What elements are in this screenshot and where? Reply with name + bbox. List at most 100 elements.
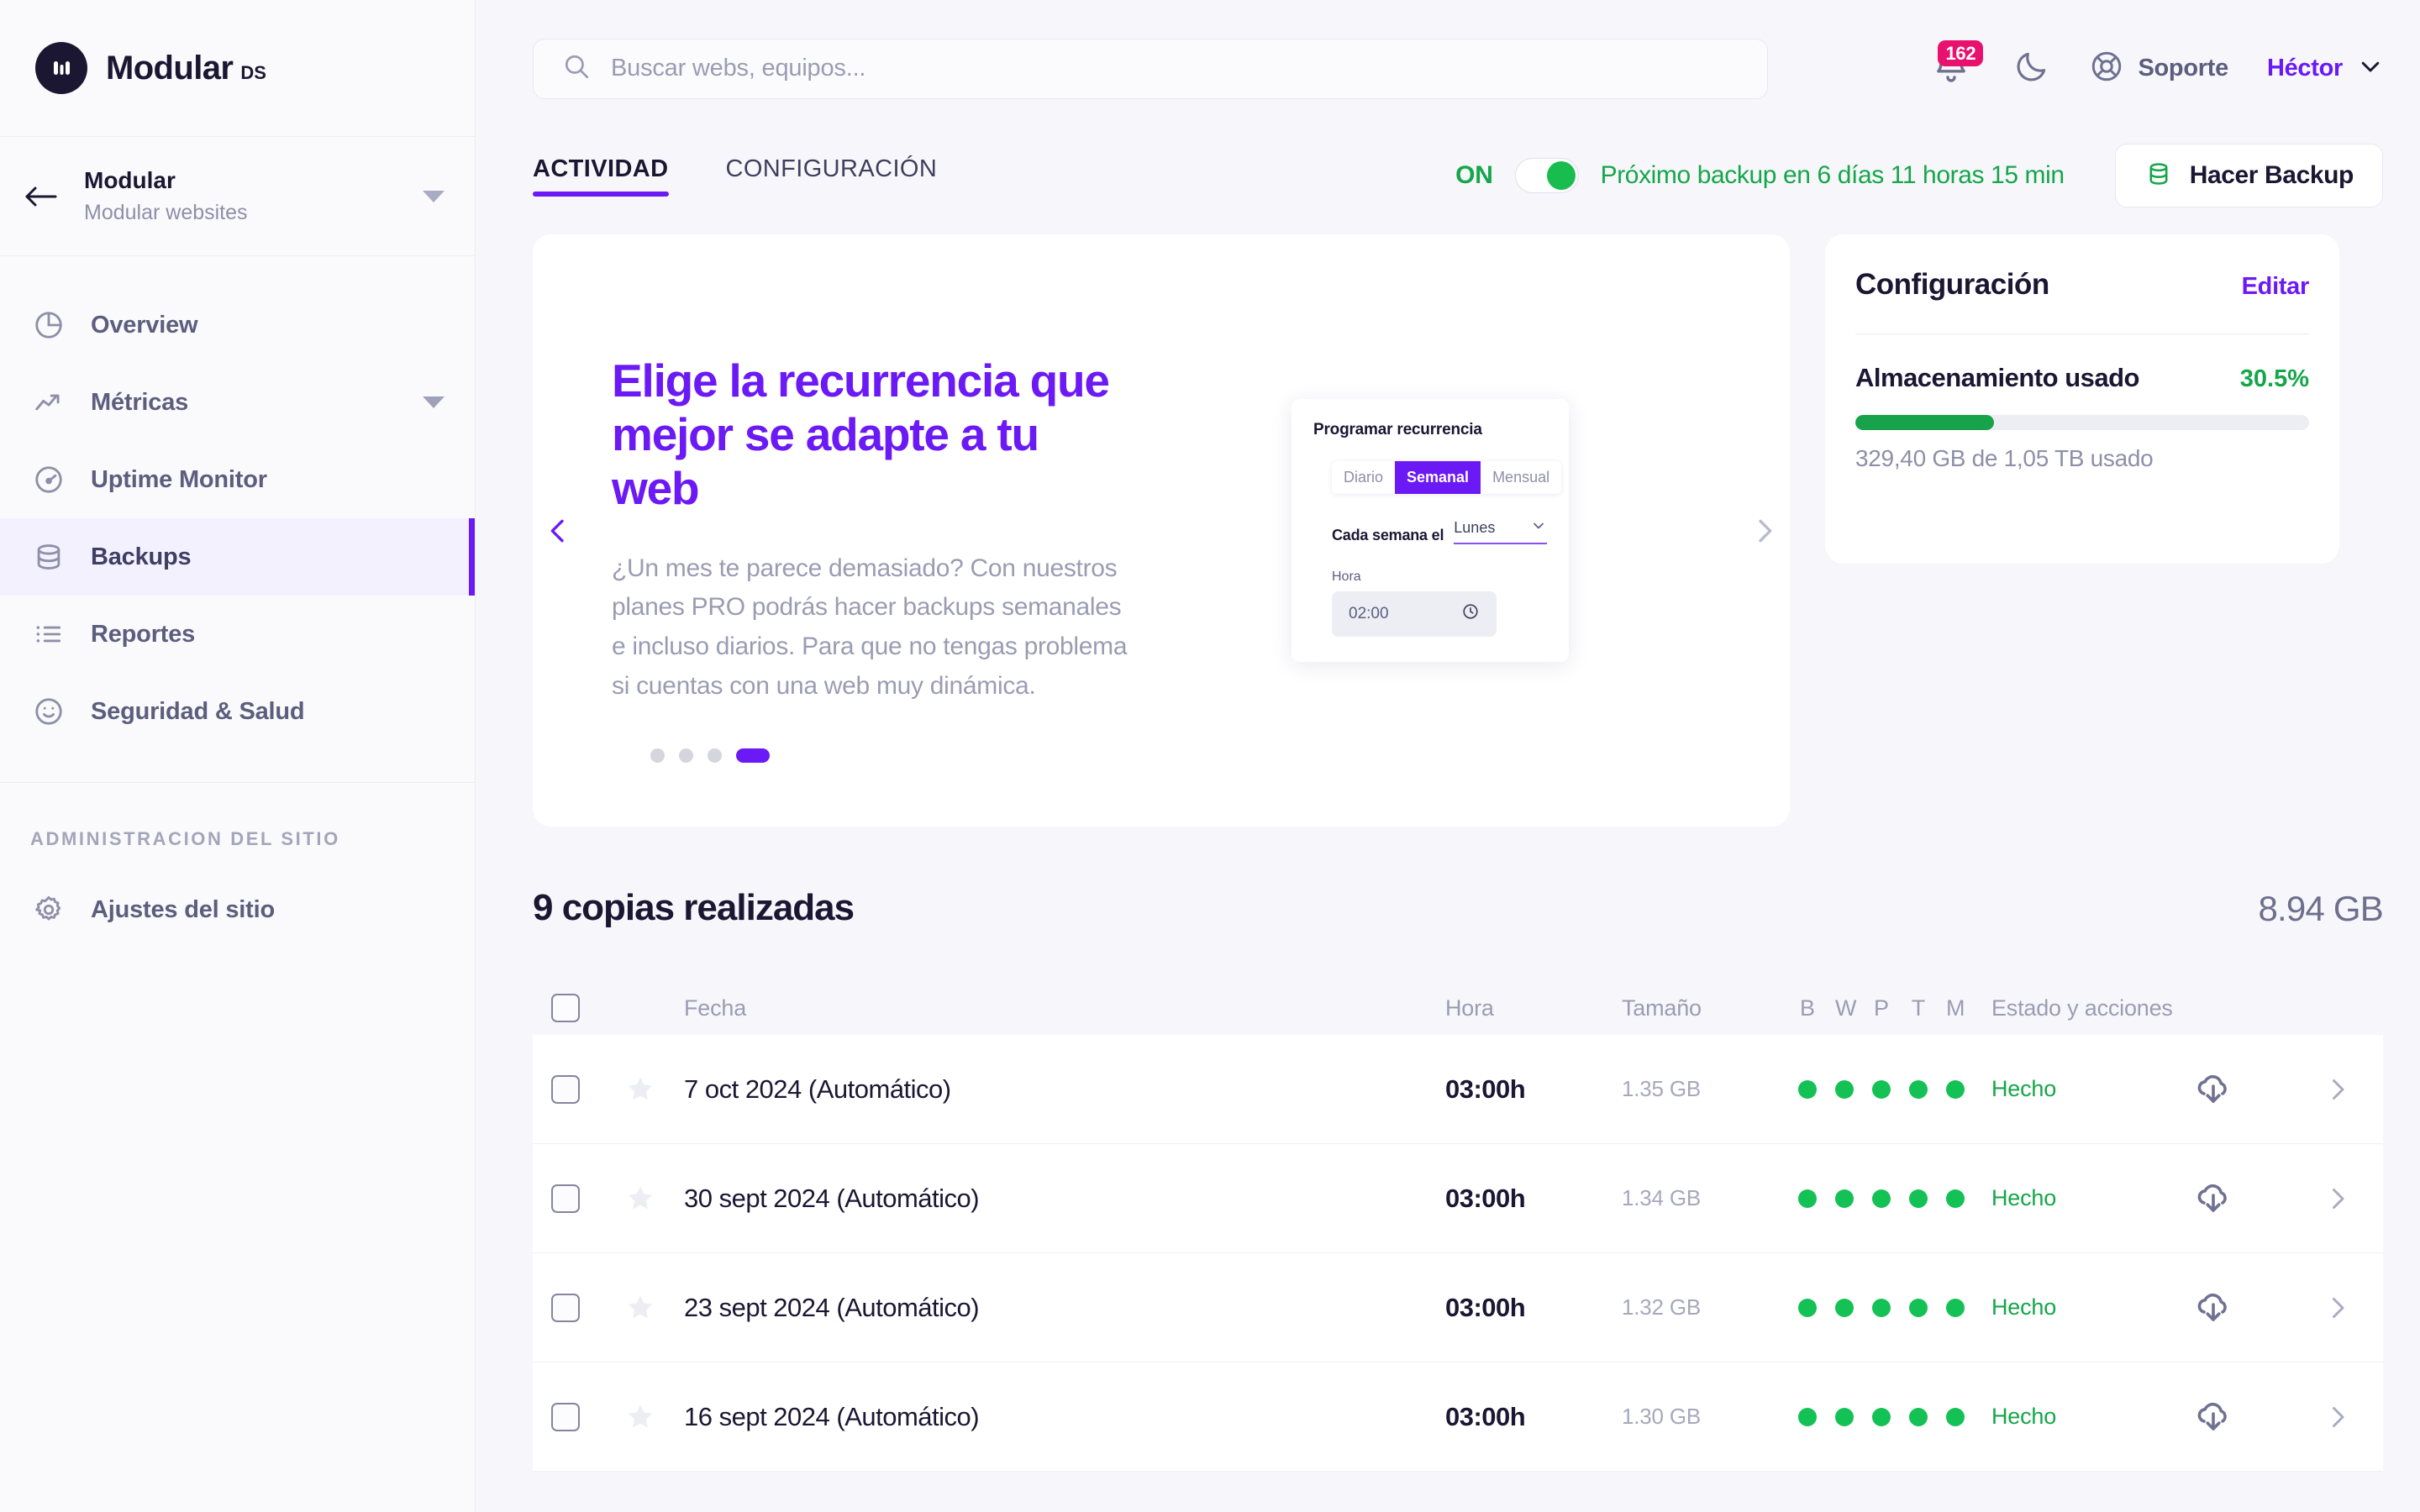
tab-actividad[interactable]: ACTIVIDAD	[533, 155, 669, 197]
table-header-row: 9 copias realizadas 8.94 GB	[533, 887, 2384, 929]
flag-dot	[1872, 1189, 1891, 1208]
star-icon[interactable]	[623, 1291, 684, 1325]
row-checkbox[interactable]	[551, 1293, 580, 1322]
search-icon	[562, 52, 591, 85]
backup-toggle[interactable]	[1514, 158, 1579, 193]
chevron-down-icon[interactable]	[423, 396, 445, 408]
promo-visual: Programar recurrencia Diario Semanal Men…	[1129, 398, 1731, 662]
row-hora: 03:00h	[1445, 1183, 1526, 1213]
lifebuoy-icon	[2089, 49, 2124, 88]
star-icon[interactable]	[623, 1400, 684, 1434]
table-row[interactable]: 7 oct 2024 (Automático) 03:00h 1.35 GB H…	[533, 1035, 2383, 1144]
recurrence-time-input[interactable]: 02:00	[1332, 591, 1497, 637]
carousel-dot-active[interactable]	[736, 748, 770, 763]
hacer-backup-label: Hacer Backup	[2189, 161, 2354, 189]
sidebar-item-backups[interactable]: Backups	[0, 518, 475, 596]
segment-diario[interactable]: Diario	[1332, 460, 1396, 494]
flag-dot	[1835, 1079, 1854, 1099]
column-header-estado: Estado y acciones	[1991, 995, 2173, 1021]
recurrence-time-value: 02:00	[1349, 604, 1389, 622]
search-input[interactable]: Buscar webs, equipos...	[533, 38, 1768, 99]
row-date: 23 sept 2024 (Automático)	[684, 1292, 980, 1322]
storage-percent: 30.5%	[2239, 365, 2309, 392]
tab-configuracion[interactable]: CONFIGURACIÓN	[726, 155, 938, 197]
clock-icon	[1461, 602, 1480, 626]
row-flags	[1798, 1079, 1991, 1099]
sidebar-item-ajustes-del-sitio[interactable]: Ajustes del sitio	[30, 880, 445, 939]
chevron-right-icon[interactable]	[1739, 514, 1790, 548]
topbar: Buscar webs, equipos... 162 Soporte Héct…	[476, 0, 2420, 137]
star-icon[interactable]	[623, 1073, 684, 1106]
chevron-right-icon[interactable]	[2323, 1184, 2353, 1214]
segment-mensual[interactable]: Mensual	[1481, 460, 1562, 494]
row-checkbox[interactable]	[551, 1074, 580, 1104]
cloud-download-icon[interactable]	[2193, 1179, 2233, 1219]
sidebar-item-uptime-monitor[interactable]: Uptime Monitor	[0, 441, 475, 518]
flag-dot	[1909, 1298, 1928, 1317]
storage-header: Almacenamiento usado 30.5%	[1855, 363, 2309, 393]
promo-description: ¿Un mes te parece demasiado? Con nuestro…	[612, 554, 1128, 700]
column-header-tamano: Tamaño	[1622, 995, 1702, 1021]
carousel-dot[interactable]	[650, 748, 665, 763]
caret-down-icon[interactable]	[423, 190, 445, 202]
row-size: 1.34 GB	[1622, 1185, 1701, 1210]
smiley-icon	[30, 693, 67, 730]
chevron-left-icon[interactable]	[533, 514, 583, 548]
star-icon[interactable]	[623, 1182, 684, 1215]
toggle-knob	[1546, 161, 1576, 190]
table-body: 7 oct 2024 (Automático) 03:00h 1.35 GB H…	[533, 1035, 2383, 1472]
sidebar-item-overview[interactable]: Overview	[0, 286, 475, 364]
row-flags	[1798, 1189, 1991, 1208]
row-state: Hecho	[1991, 1294, 2057, 1320]
hacer-backup-button[interactable]: Hacer Backup	[2114, 144, 2383, 207]
sidebar-item-seguridad-salud[interactable]: Seguridad & Salud	[0, 673, 475, 750]
backups-table: Fecha Hora Tamaño B W P T M Estado y acc…	[533, 981, 2383, 1472]
sidebar-item-metricas[interactable]: Métricas	[0, 364, 475, 441]
flag-dot	[1872, 1298, 1891, 1317]
list-icon	[30, 616, 67, 653]
cloud-download-icon[interactable]	[2193, 1397, 2233, 1437]
segment-semanal[interactable]: Semanal	[1395, 460, 1481, 494]
row-state: Hecho	[1991, 1185, 2057, 1210]
cloud-download-icon[interactable]	[2193, 1069, 2233, 1110]
row-date: 30 sept 2024 (Automático)	[684, 1183, 980, 1213]
flag-dot	[1909, 1407, 1928, 1426]
select-all-checkbox[interactable]	[551, 994, 580, 1022]
row-checkbox[interactable]	[551, 1402, 580, 1431]
brand-header[interactable]: Modular DS	[0, 0, 475, 137]
configuration-edit-link[interactable]: Editar	[2242, 273, 2310, 301]
chevron-right-icon[interactable]	[2323, 1074, 2353, 1105]
flag-dot	[1835, 1407, 1854, 1426]
table-row[interactable]: 23 sept 2024 (Automático) 03:00h 1.32 GB…	[533, 1253, 2383, 1362]
user-menu[interactable]: Héctor	[2267, 54, 2383, 83]
column-header-hora: Hora	[1445, 995, 1494, 1021]
row-state: Hecho	[1991, 1076, 2057, 1101]
flag-dot	[1872, 1407, 1891, 1426]
promo-body: Elige la recurrencia que mejor se adapte…	[583, 354, 1739, 706]
table-row[interactable]: 16 sept 2024 (Automático) 03:00h 1.30 GB…	[533, 1362, 2383, 1472]
row-checkbox[interactable]	[551, 1184, 580, 1213]
chevron-right-icon[interactable]	[2323, 1293, 2353, 1323]
table-column-headers: Fecha Hora Tamaño B W P T M Estado y acc…	[533, 981, 2383, 1035]
support-button[interactable]: Soporte	[2089, 49, 2228, 88]
chevron-right-icon[interactable]	[2323, 1402, 2353, 1432]
site-switcher[interactable]: Modular Modular websites	[0, 137, 475, 256]
table-row[interactable]: 30 sept 2024 (Automático) 03:00h 1.34 GB…	[533, 1144, 2383, 1253]
cloud-download-icon[interactable]	[2193, 1288, 2233, 1328]
flag-dot	[1909, 1079, 1928, 1099]
sidebar-item-reportes[interactable]: Reportes	[0, 596, 475, 673]
brand-suffix: DS	[240, 61, 266, 83]
configuration-header: Configuración Editar	[1855, 268, 2309, 302]
arrow-left-icon[interactable]	[18, 175, 62, 218]
content-row: Elige la recurrencia que mejor se adapte…	[476, 214, 2420, 827]
notifications-button[interactable]: 162	[1931, 39, 1984, 92]
carousel-dot[interactable]	[679, 748, 693, 763]
moon-icon[interactable]	[2013, 48, 2050, 89]
flag-dot	[1798, 1079, 1817, 1099]
recurrence-widget-title: Programar recurrencia	[1313, 420, 1482, 438]
chevron-down-icon	[2358, 54, 2383, 83]
carousel-dot[interactable]	[708, 748, 722, 763]
recurrence-segmented-control[interactable]: Diario Semanal Mensual	[1332, 460, 1562, 494]
recurrence-day-select[interactable]: Lunes	[1454, 517, 1547, 544]
promo-text: Elige la recurrencia que mejor se adapte…	[592, 354, 1129, 706]
